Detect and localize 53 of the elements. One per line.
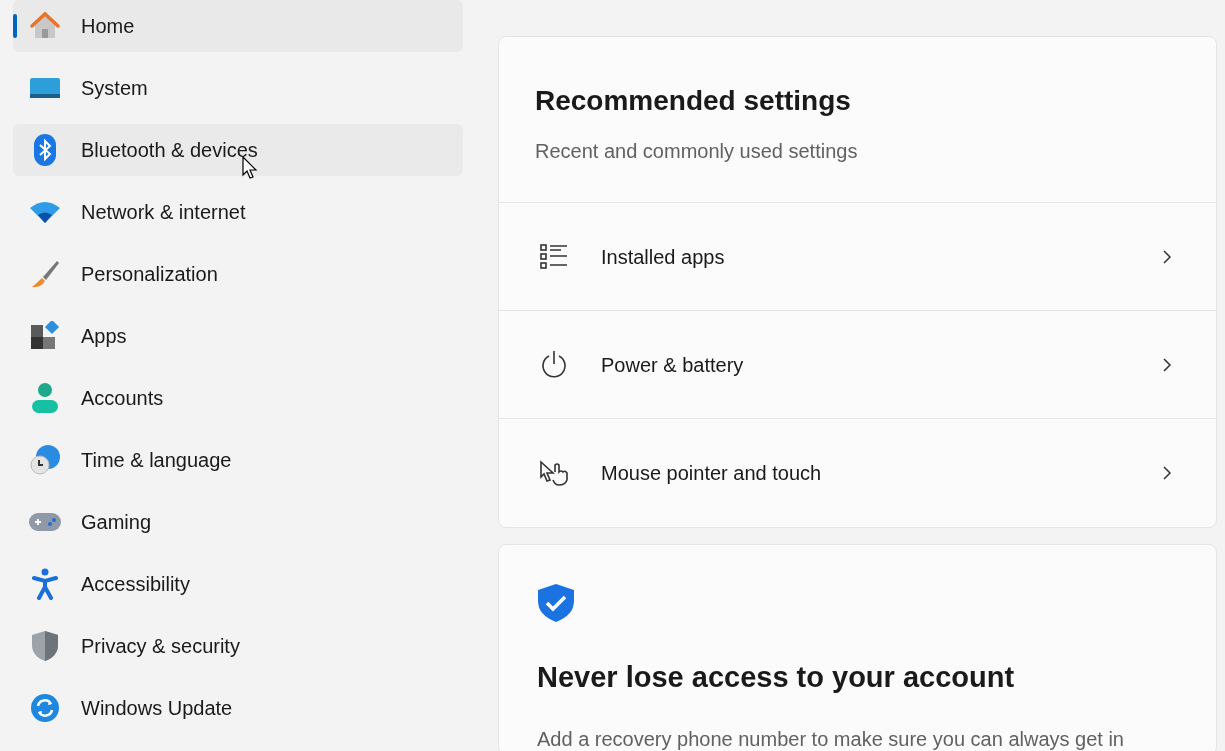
pointer-hand-icon	[539, 460, 571, 486]
shield-icon	[31, 630, 59, 662]
chevron-right-icon	[1162, 465, 1172, 481]
list-icon	[539, 242, 569, 271]
sidebar-item[interactable]: Privacy & security	[13, 620, 463, 672]
person-icon	[30, 382, 60, 414]
sidebar-item[interactable]: System	[13, 62, 463, 114]
sidebar-label: Windows Update	[81, 696, 233, 721]
card-title: Recommended settings	[535, 84, 852, 118]
row-label: Mouse pointer and touch	[601, 461, 823, 486]
sidebar-item[interactable]: Accounts	[13, 372, 463, 424]
power-icon	[539, 349, 569, 380]
sidebar-label: Network & internet	[81, 200, 246, 225]
monitor-icon	[29, 76, 61, 100]
sidebar-label: Accounts	[81, 386, 164, 411]
sidebar-label: Bluetooth & devices	[81, 138, 258, 163]
globe-clock-icon	[29, 444, 61, 476]
sidebar-label: Time & language	[81, 448, 232, 473]
card-subtitle: Recent and commonly used settings	[535, 139, 859, 164]
chevron-right-icon	[1162, 356, 1172, 373]
sidebar-item[interactable]: Apps	[13, 310, 463, 362]
wifi-icon	[29, 200, 61, 224]
sidebar-label: System	[81, 76, 148, 101]
sidebar-label: Home	[81, 14, 135, 39]
chevron-right-icon	[1162, 248, 1172, 265]
card-title: Never lose access to your account	[537, 660, 1016, 695]
sidebar-item[interactable]: Windows Update	[13, 682, 463, 734]
settings-row[interactable]: Installed apps	[499, 203, 1216, 311]
sidebar-label: Gaming	[81, 510, 152, 535]
sidebar-item[interactable]: Accessibility	[13, 558, 463, 610]
selection-indicator	[13, 14, 17, 38]
sidebar-item[interactable]: Personalization	[13, 248, 463, 300]
refresh-icon	[30, 693, 60, 723]
mouse-cursor-icon	[242, 156, 258, 180]
accessibility-icon	[32, 568, 58, 600]
sidebar-item[interactable]: Home	[13, 0, 463, 52]
row-label: Installed apps	[601, 244, 726, 270]
row-label: Power & battery	[601, 352, 745, 378]
sidebar-item[interactable]: Network & internet	[13, 186, 463, 238]
sidebar-label: Privacy & security	[81, 634, 240, 659]
sidebar-label: Accessibility	[81, 572, 190, 597]
gamepad-icon	[29, 512, 61, 532]
sidebar-label: Personalization	[81, 262, 218, 287]
sidebar-label: Apps	[81, 324, 127, 349]
card-body: Add a recovery phone number to make sure you can always get in	[537, 726, 1125, 751]
sidebar-item[interactable]: Gaming	[13, 496, 463, 548]
shield-check-icon	[537, 583, 575, 623]
bluetooth-icon	[34, 134, 56, 166]
settings-row[interactable]: Power & battery	[499, 311, 1216, 419]
sidebar-item[interactable]: Bluetooth & devices	[13, 124, 463, 176]
sidebar-item[interactable]: Time & language	[13, 434, 463, 486]
apps-icon	[30, 321, 60, 351]
settings-row[interactable]: Mouse pointer and touch	[499, 419, 1216, 527]
